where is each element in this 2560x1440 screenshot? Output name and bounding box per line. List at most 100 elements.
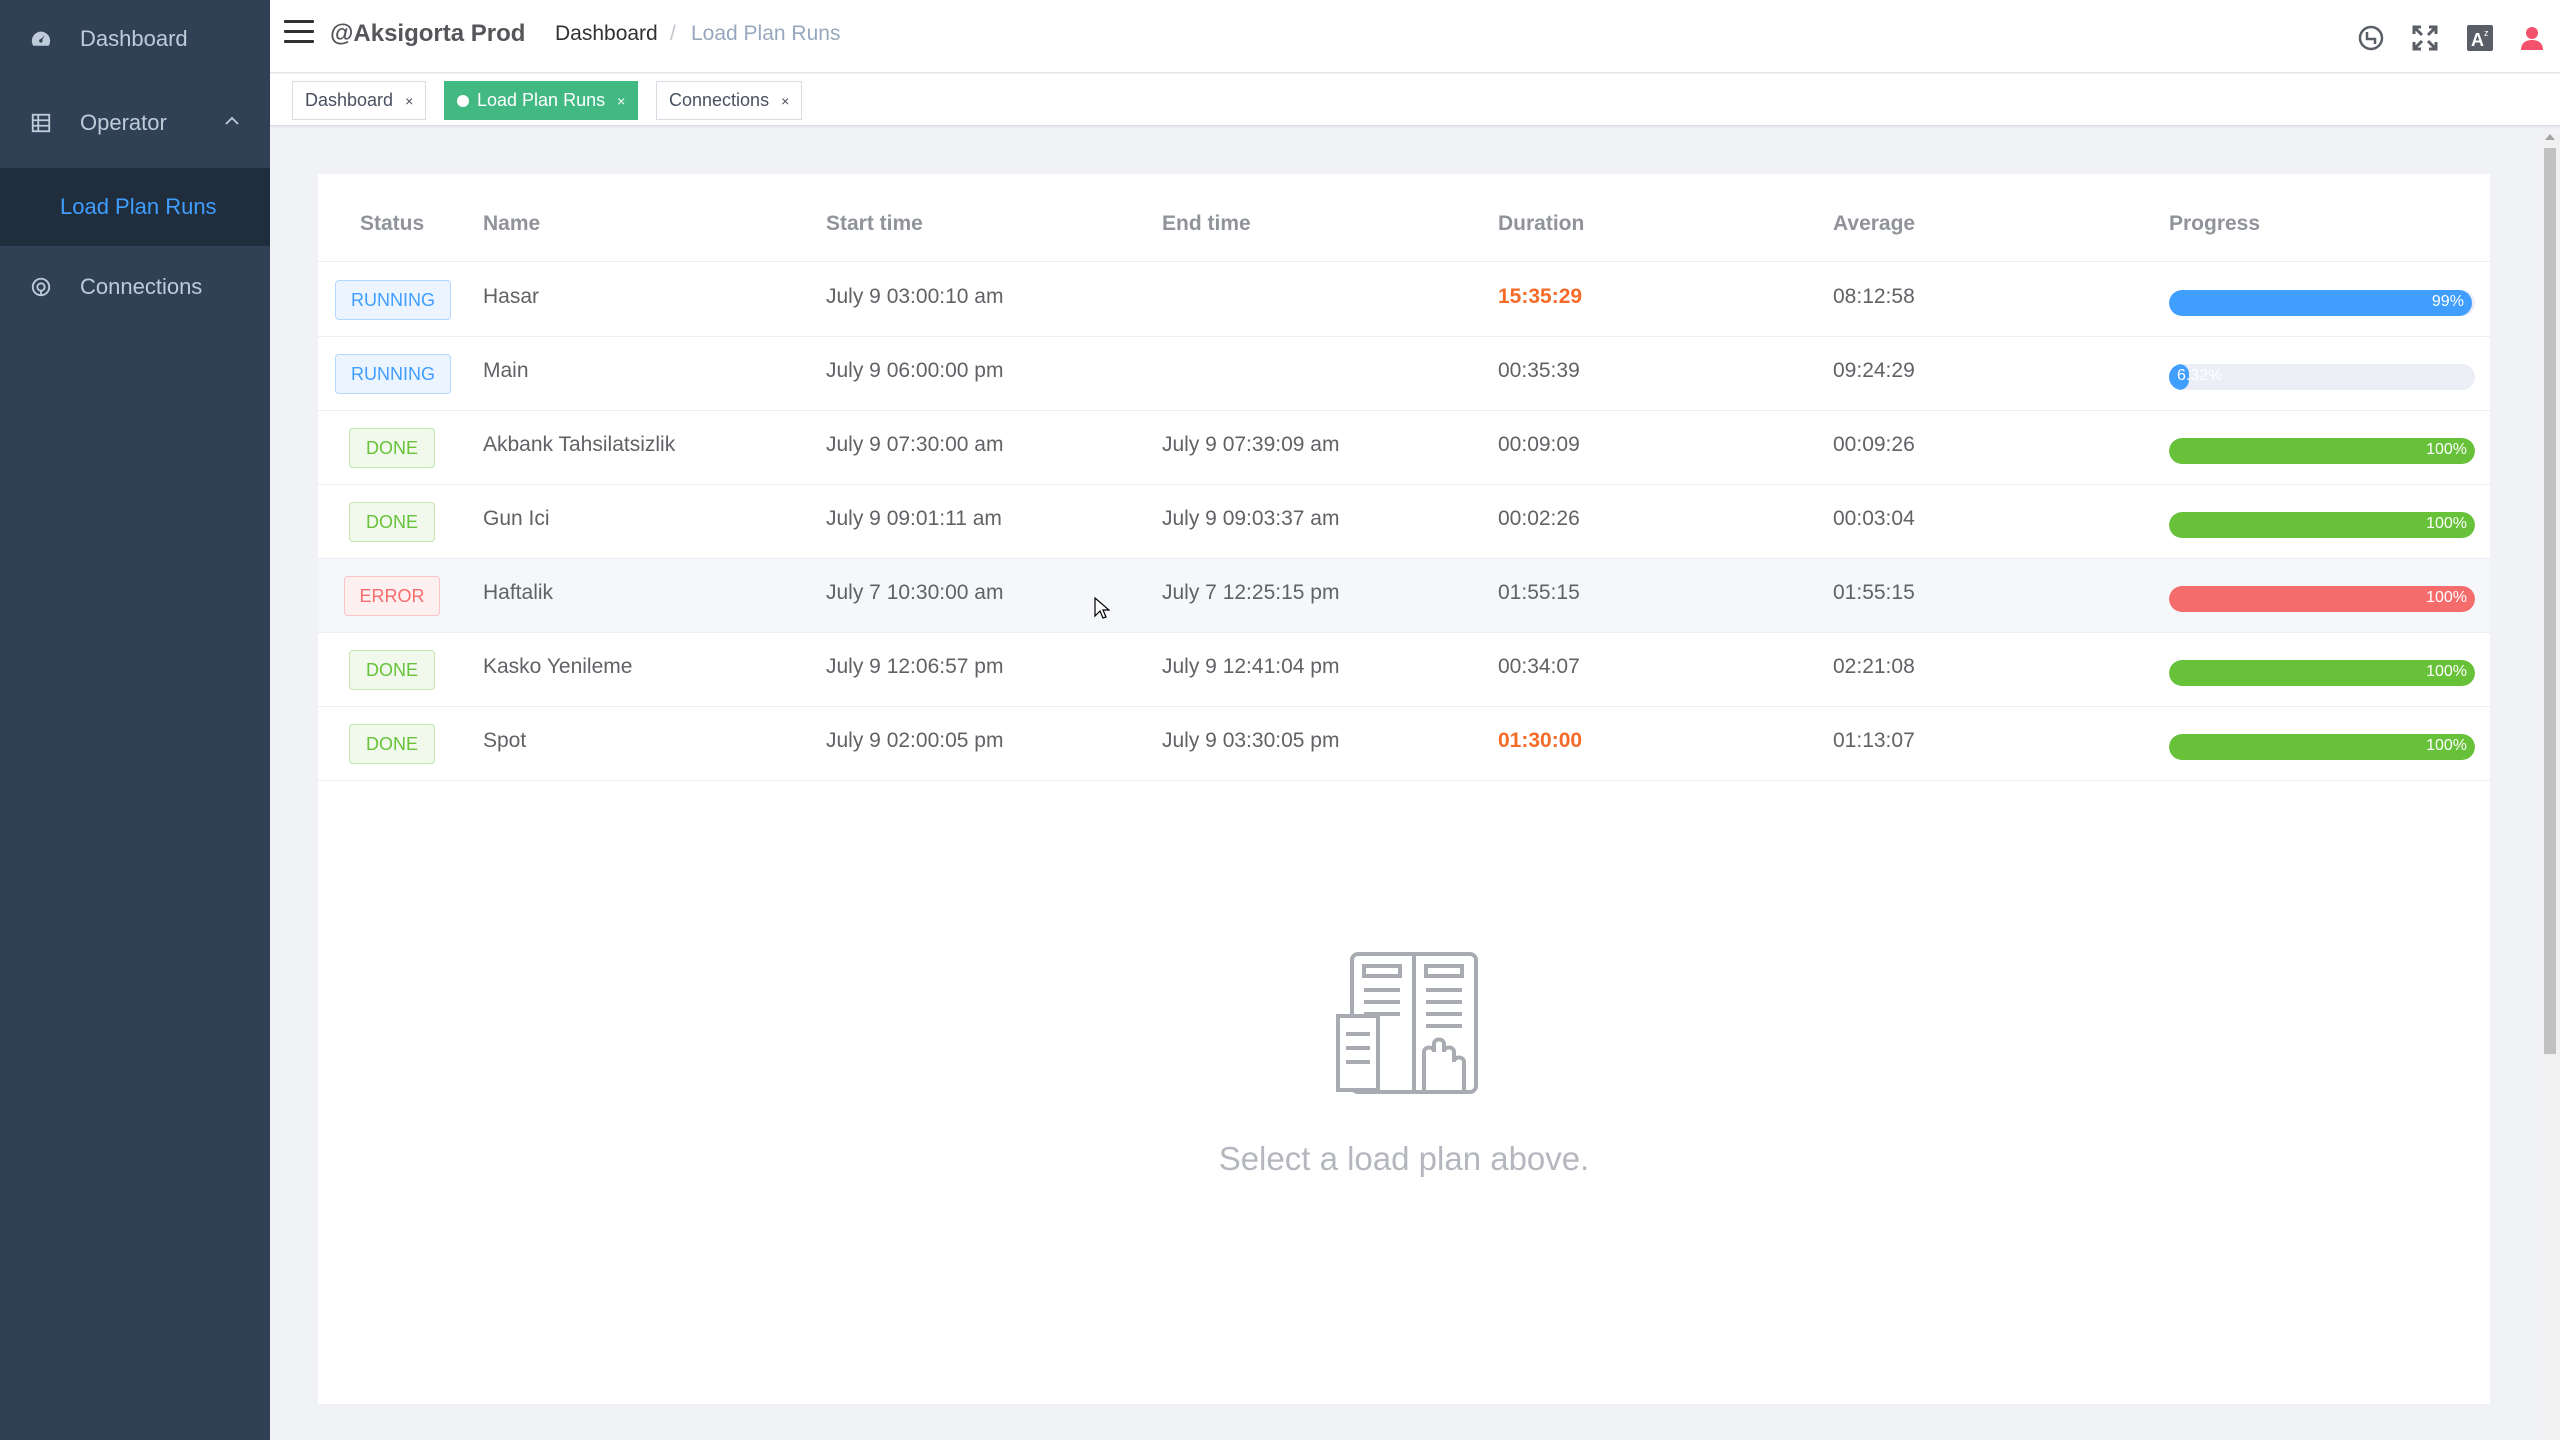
progress-label: 100% — [2426, 515, 2467, 532]
tags-view: Dashboard × Load Plan Runs × Connections… — [270, 74, 2560, 126]
sidebar-item-label: Dashboard — [80, 26, 188, 51]
row-duration: 00:09:09 — [1498, 433, 1580, 456]
row-end: July 7 12:25:15 pm — [1162, 581, 1340, 604]
navbar: @Aksigorta Prod Dashboard / Load Plan Ru… — [270, 0, 2560, 73]
progress-label: 100% — [2426, 737, 2467, 754]
close-icon[interactable]: × — [405, 93, 413, 109]
sidebar-subitem-label: Load Plan Runs — [60, 194, 217, 219]
connection-icon — [30, 276, 52, 298]
progress-fill: 6.32% — [2169, 364, 2222, 390]
row-end: July 9 03:30:05 pm — [1162, 729, 1340, 752]
progress-label: 100% — [2426, 441, 2467, 458]
status-badge: RUNNING — [335, 354, 451, 394]
row-start: July 7 10:30:00 am — [826, 581, 1004, 604]
progress-bar: 100% — [2169, 512, 2475, 538]
fullscreen-icon[interactable] — [2409, 22, 2441, 54]
row-average: 01:55:15 — [1833, 581, 1915, 604]
progress-bar: 100% — [2169, 660, 2475, 686]
breadcrumb-dashboard[interactable]: Dashboard — [555, 22, 658, 46]
dashboard-icon — [30, 28, 52, 50]
tag-label: Dashboard — [305, 90, 394, 110]
document-list-icon — [1332, 950, 1482, 1100]
table-row[interactable]: ERROR Haftalik July 7 10:30:00 am July 7… — [318, 559, 2490, 633]
table-row[interactable]: RUNNING Main July 9 06:00:00 pm 00:35:39… — [318, 337, 2490, 411]
row-average: 02:21:08 — [1833, 655, 1915, 678]
progress-fill: 100% — [2169, 586, 2475, 612]
tag-label: Connections — [669, 90, 770, 110]
tag-load-plan-runs[interactable]: Load Plan Runs × — [444, 81, 639, 120]
row-end: July 9 12:41:04 pm — [1162, 655, 1340, 678]
row-start: July 9 09:01:11 am — [826, 507, 1002, 530]
close-icon[interactable]: × — [617, 93, 625, 109]
table-row[interactable]: DONE Kasko Yenileme July 9 12:06:57 pm J… — [318, 633, 2490, 707]
status-badge: ERROR — [344, 576, 440, 616]
tag-dashboard[interactable]: Dashboard × — [292, 81, 427, 120]
row-average: 00:09:26 — [1833, 433, 1915, 456]
progress-bar: 99% — [2169, 290, 2475, 316]
col-progress: Progress — [2169, 212, 2261, 235]
svg-text:A: A — [2471, 30, 2484, 50]
row-name: Kasko Yenileme — [483, 655, 633, 678]
progress-fill: 99% — [2169, 290, 2472, 316]
row-average: 00:03:04 — [1833, 507, 1915, 530]
tag-connections[interactable]: Connections × — [656, 81, 803, 120]
table-header: Status Name Start time End time Duration… — [318, 174, 2490, 262]
load-plan-runs-panel: Status Name Start time End time Duration… — [318, 174, 2490, 1404]
status-badge: DONE — [349, 428, 435, 468]
progress-label: 99% — [2431, 293, 2464, 310]
row-duration: 00:02:26 — [1498, 507, 1580, 530]
breadcrumb-separator: / — [670, 22, 676, 45]
progress-label: 6.32% — [2177, 367, 2223, 384]
progress-label: 100% — [2426, 663, 2467, 680]
col-duration: Duration — [1498, 212, 1585, 235]
row-duration: 01:30:00 — [1498, 729, 1583, 752]
progress-bar: 100% — [2169, 586, 2475, 612]
table-row[interactable]: DONE Akbank Tahsilatsizlik July 9 07:30:… — [318, 411, 2490, 485]
sidebar-item-load-plan-runs[interactable]: Load Plan Runs — [0, 168, 270, 246]
row-start: July 9 06:00:00 pm — [826, 359, 1004, 382]
language-icon[interactable]: Az — [2464, 22, 2496, 54]
scroll-up-icon[interactable] — [2545, 134, 2555, 140]
scrollbar-thumb[interactable] — [2544, 148, 2556, 1054]
table-row[interactable]: DONE Spot July 9 02:00:05 pm July 9 03:3… — [318, 707, 2490, 781]
sidebar-item-label: Connections — [80, 274, 203, 299]
row-start: July 9 12:06:57 pm — [826, 655, 1004, 678]
progress-bar: 6.32% — [2169, 364, 2475, 390]
progress-bar: 100% — [2169, 734, 2475, 760]
row-duration: 00:35:39 — [1498, 359, 1580, 382]
row-start: July 9 02:00:05 pm — [826, 729, 1004, 752]
table-row[interactable]: DONE Gun Ici July 9 09:01:11 am July 9 0… — [318, 485, 2490, 559]
row-end: July 9 07:39:09 am — [1162, 433, 1340, 456]
row-duration: 00:34:07 — [1498, 655, 1580, 678]
col-average: Average — [1833, 212, 1916, 235]
close-icon[interactable]: × — [781, 93, 789, 109]
table-row[interactable]: RUNNING Hasar July 9 03:00:10 am 15:35:2… — [318, 263, 2490, 337]
row-average: 01:13:07 — [1833, 729, 1915, 752]
row-average: 08:12:58 — [1833, 285, 1915, 308]
row-start: July 9 07:30:00 am — [826, 433, 1004, 456]
svg-text:z: z — [2484, 28, 2489, 38]
sidebar-item-operator[interactable]: Operator — [0, 78, 270, 168]
chevron-up-icon — [222, 111, 242, 131]
sidebar-item-connections[interactable]: Connections — [0, 246, 270, 328]
col-status: Status — [360, 212, 425, 235]
col-start-time: Start time — [826, 212, 923, 235]
table-icon — [30, 112, 52, 134]
page-scrollbar[interactable] — [2540, 134, 2560, 1440]
col-name: Name — [483, 212, 541, 235]
breadcrumb-current: Load Plan Runs — [691, 22, 841, 45]
sidebar-item-dashboard[interactable]: Dashboard — [0, 0, 270, 78]
sidebar: Dashboard Operator Load Plan Runs Connec… — [0, 0, 270, 1440]
row-duration: 15:35:29 — [1498, 285, 1583, 308]
hamburger-icon[interactable] — [284, 20, 314, 46]
row-start: July 9 03:00:10 am — [826, 285, 1004, 308]
tag-label: Load Plan Runs — [477, 90, 606, 110]
progress-label: 100% — [2426, 589, 2467, 606]
row-name: Spot — [483, 729, 527, 752]
refresh-cycle-icon[interactable] — [2355, 22, 2387, 54]
empty-state-text: Select a load plan above. — [1218, 1140, 1590, 1177]
user-icon[interactable] — [2516, 22, 2548, 54]
app-title: @Aksigorta Prod — [330, 20, 526, 47]
row-name: Haftalik — [483, 581, 554, 604]
row-average: 09:24:29 — [1833, 359, 1915, 382]
